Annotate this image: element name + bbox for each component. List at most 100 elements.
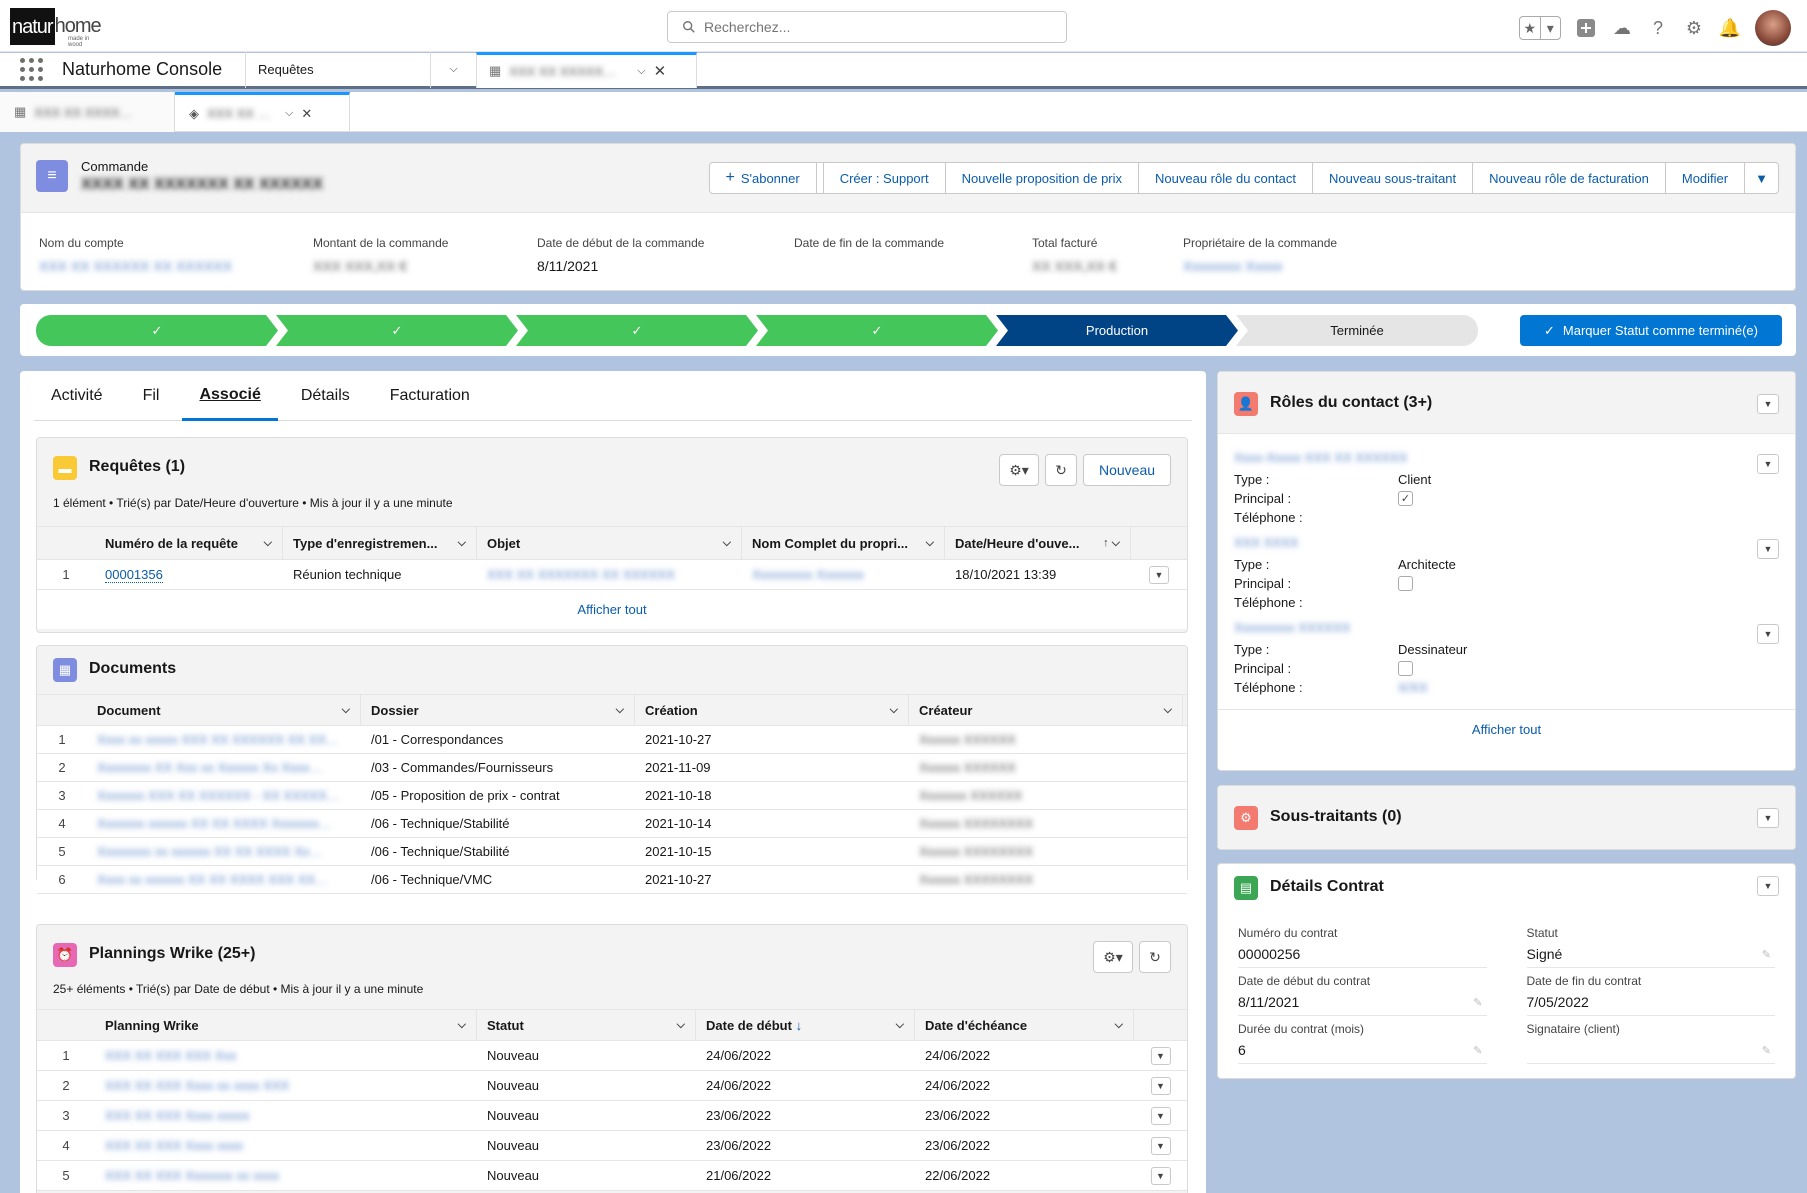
path-step-2[interactable]: ✓ xyxy=(276,315,518,346)
card-title[interactable]: Rôles du contact (3+) xyxy=(1270,394,1432,412)
col-type[interactable]: Type d'enregistremen... ⌵ xyxy=(283,527,477,559)
close-icon[interactable]: ✕ xyxy=(301,106,312,122)
subtab-account[interactable]: ▦ XXX XX XXXX… xyxy=(0,92,175,132)
col-statut[interactable]: Statut ⌵ xyxy=(477,1010,696,1040)
col-numero[interactable]: Numéro de la requête ⌵ xyxy=(95,527,283,559)
list-settings-button[interactable]: ⚙▾ xyxy=(1093,941,1133,973)
mark-status-complete-button[interactable]: ✓ Marquer Statut comme terminé(e) xyxy=(1520,315,1782,346)
phone-link[interactable]: X/XX xyxy=(1398,680,1428,695)
trailhead-icon[interactable]: ☁ xyxy=(1611,17,1633,39)
edit-button[interactable]: Modifier xyxy=(1664,163,1744,193)
tab-activite[interactable]: Activité xyxy=(34,371,120,421)
card-actions-dropdown[interactable]: ▼ xyxy=(1757,808,1779,828)
contact-name-link[interactable]: Xxxx-Xxxxx XXX XX XXXXXX xyxy=(1234,450,1779,470)
nav-menu-dropdown[interactable]: ⌵ xyxy=(430,51,476,88)
planning-link[interactable]: XXX XX XXX XXX Xxx xyxy=(95,1041,477,1070)
app-launcher-icon[interactable] xyxy=(16,55,46,85)
related-list-title[interactable]: Requêtes (1) xyxy=(89,458,185,476)
document-link[interactable]: Xxxxxxx XXX XX XXXXXX - XX XXXXX… xyxy=(87,782,361,809)
case-owner-link[interactable]: Xxxxxxxxx Xxxxxxx xyxy=(742,560,945,589)
path-step-3[interactable]: ✓ xyxy=(516,315,758,346)
close-icon[interactable]: ✕ xyxy=(654,62,667,80)
row-actions-dropdown[interactable]: ▼ xyxy=(1150,1076,1171,1095)
subtab-order[interactable]: ◈ XXX XX … ⌵ ✕ xyxy=(175,92,350,132)
star-icon[interactable]: ★ xyxy=(1520,17,1541,39)
card-actions-dropdown[interactable]: ▼ xyxy=(1757,394,1779,414)
gear-icon[interactable]: ⚙ xyxy=(1683,17,1705,39)
favorites-button[interactable]: ★ ▾ xyxy=(1519,16,1561,40)
refresh-button[interactable]: ↻ xyxy=(1139,941,1171,973)
contact-name-link[interactable]: Xxxxxxxxx XXXXXX xyxy=(1234,620,1779,640)
chevron-down-icon[interactable]: ⌵ xyxy=(285,107,293,120)
chevron-down-icon[interactable]: ⌵ xyxy=(637,65,645,78)
col-proprietaire[interactable]: Nom Complet du propri... ⌵ xyxy=(742,527,945,559)
col-date-debut[interactable]: Date de début ↓ ⌵ xyxy=(696,1010,915,1040)
document-link[interactable]: Xxxxxxx xxxxxx XX XX XXXX Xxxxxxx… xyxy=(87,810,361,837)
planning-link[interactable]: XXX XX XXX Xxxx xx xxxx XXX xyxy=(95,1071,477,1100)
global-search-input[interactable]: Recherchez... xyxy=(667,11,1067,43)
row-actions-dropdown[interactable]: ▼ xyxy=(1150,1106,1171,1125)
role-actions-dropdown[interactable]: ▼ xyxy=(1757,624,1779,644)
new-case-button[interactable]: Nouveau xyxy=(1083,454,1171,486)
col-creation[interactable]: Création ⌵ xyxy=(635,695,909,725)
new-contact-role-button[interactable]: Nouveau rôle du contact xyxy=(1138,163,1312,193)
help-icon[interactable]: ? xyxy=(1647,17,1669,39)
col-planning[interactable]: Planning Wrike ⌵ xyxy=(95,1010,477,1040)
naturhome-logo[interactable]: natur home made in wood xyxy=(10,6,102,48)
col-createur[interactable]: Créateur ⌵ xyxy=(909,695,1183,725)
col-objet[interactable]: Objet ⌵ xyxy=(477,527,742,559)
list-settings-button[interactable]: ⚙▾ xyxy=(999,454,1039,486)
planning-link[interactable]: XXX XX XXX Xxxx xxxx xyxy=(95,1131,477,1160)
tab-facturation[interactable]: Facturation xyxy=(373,371,487,421)
col-document[interactable]: Document ⌵ xyxy=(87,695,361,725)
account-link[interactable]: XXX XX XXXXXX XX XXXXXX xyxy=(39,258,313,274)
owner-link[interactable]: Xxxxxxxx Xxxxx xyxy=(1183,258,1403,274)
col-date-ouverture[interactable]: Date/Heure d'ouve... ↑ ⌵ xyxy=(945,527,1131,559)
view-all-roles-link[interactable]: Afficher tout xyxy=(1472,722,1541,737)
global-actions-icon[interactable] xyxy=(1575,17,1597,39)
pencil-icon[interactable]: ✎ xyxy=(1762,948,1771,961)
view-all-requetes-link[interactable]: Afficher tout xyxy=(37,590,1187,629)
favorites-dropdown-icon[interactable]: ▾ xyxy=(1541,17,1561,39)
new-quote-button[interactable]: Nouvelle proposition de prix xyxy=(944,163,1138,193)
document-link[interactable]: Xxxx xx xxxxx XXX XX XXXXXX XX XX… xyxy=(87,726,361,753)
role-actions-dropdown[interactable]: ▼ xyxy=(1757,454,1779,474)
path-step-terminee[interactable]: Terminée xyxy=(1236,315,1478,346)
tab-details[interactable]: Détails xyxy=(284,371,367,421)
role-actions-dropdown[interactable]: ▼ xyxy=(1757,539,1779,559)
planning-link[interactable]: XXX XX XXX Xxxxxxx xx xxxx xyxy=(95,1161,477,1190)
contact-name-link[interactable]: XXX XXXX xyxy=(1234,535,1779,555)
row-actions-dropdown[interactable]: ▼ xyxy=(1149,565,1169,584)
col-date-echeance[interactable]: Date d'échéance ⌵ xyxy=(915,1010,1134,1040)
planning-link[interactable]: XXX XX XXX Xxxx xxxxx xyxy=(95,1101,477,1130)
create-support-button[interactable]: Créer : Support xyxy=(822,163,945,193)
case-subject-link[interactable]: XXX XX XXXXXXX XX XXXXXX xyxy=(477,560,742,589)
pencil-icon[interactable]: ✎ xyxy=(1762,1044,1771,1057)
user-avatar[interactable] xyxy=(1755,10,1791,46)
tab-associe[interactable]: Associé xyxy=(182,371,278,421)
document-link[interactable]: Xxxx xx xxxxxx XX XX XXXX XXX XX… xyxy=(87,866,361,893)
nav-tab-active-record[interactable]: ▦ XXX XX XXXXX… ⌵ ✕ xyxy=(476,51,697,88)
document-link[interactable]: Xxxxxxxx XX Xxx xx Xxxxxx Xx Xxxx… xyxy=(87,754,361,781)
related-list-title[interactable]: Plannings Wrike (25+) xyxy=(89,945,255,963)
pencil-icon[interactable]: ✎ xyxy=(1473,996,1482,1009)
document-link[interactable]: Xxxxxxxx xx xxxxxx XX XX XXXX Xx… xyxy=(87,838,361,865)
row-actions-dropdown[interactable]: ▼ xyxy=(1150,1046,1171,1065)
card-title[interactable]: Sous-traitants (0) xyxy=(1270,808,1402,826)
card-actions-dropdown[interactable]: ▼ xyxy=(1757,876,1779,896)
path-step-production[interactable]: Production xyxy=(996,315,1238,346)
row-actions-dropdown[interactable]: ▼ xyxy=(1150,1166,1171,1185)
nav-tab-requetes[interactable]: Requêtes xyxy=(245,51,430,88)
more-actions-dropdown[interactable]: ▼ xyxy=(1744,163,1778,193)
bell-icon[interactable]: 🔔 xyxy=(1719,17,1741,39)
subscribe-button[interactable]: + S'abonner xyxy=(710,163,817,193)
case-number-link[interactable]: 00001356 xyxy=(105,567,163,583)
tab-fil[interactable]: Fil xyxy=(126,371,177,421)
pencil-icon[interactable]: ✎ xyxy=(1473,1044,1482,1057)
new-billing-role-button[interactable]: Nouveau rôle de facturation xyxy=(1472,163,1665,193)
refresh-button[interactable]: ↻ xyxy=(1045,454,1077,486)
col-dossier[interactable]: Dossier ⌵ xyxy=(361,695,635,725)
path-step-4[interactable]: ✓ xyxy=(756,315,998,346)
row-actions-dropdown[interactable]: ▼ xyxy=(1150,1136,1171,1155)
path-step-1[interactable]: ✓ xyxy=(36,315,278,346)
